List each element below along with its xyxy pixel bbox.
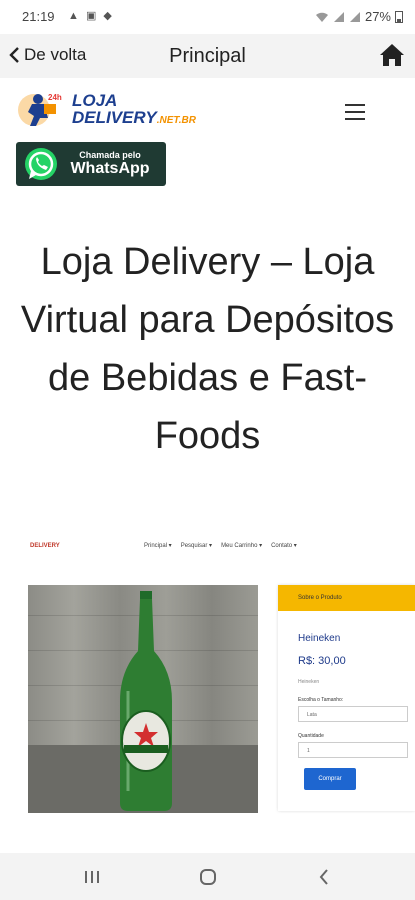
back-button[interactable]: De volta [8, 45, 86, 65]
product-photo [28, 585, 258, 813]
product-price: R$: 30,00 [298, 655, 346, 667]
logo-line2: DELIVERY [72, 108, 157, 127]
signal-icon [333, 11, 344, 22]
signal-icon [349, 11, 360, 22]
whatsapp-text: Chamada pelo WhatsApp [60, 150, 160, 178]
qty-label: Quantidade [298, 733, 324, 739]
menu-button[interactable] [345, 104, 365, 120]
site-logo[interactable]: 24h LOJA DELIVERY.NET.BR [14, 90, 196, 130]
logo-text: LOJA DELIVERY.NET.BR [72, 92, 196, 129]
battery-icon [395, 11, 403, 23]
product-subtitle: Heineken [298, 679, 320, 685]
status-right: 27% [315, 9, 403, 24]
delivery-man-icon: 24h [18, 93, 62, 126]
back-nav-button[interactable] [304, 863, 344, 891]
size-select: Lata [298, 706, 408, 722]
preview-menu: Principal ▾ Pesquisar ▾ Meu Carrinho ▾ C… [144, 542, 297, 549]
buy-button: Comprar [304, 768, 356, 790]
product-name: Heineken [298, 633, 341, 644]
home-circle-icon [200, 869, 216, 885]
card-header: Sobre o Produto [278, 585, 415, 611]
menu-icon [345, 104, 365, 106]
system-nav-bar [0, 853, 415, 900]
image-icon: ▣ [85, 10, 99, 22]
store-preview-image: DELIVERY Principal ▾ Pesquisar ▾ Meu Car… [14, 533, 415, 823]
logo-badge: 24h [48, 93, 62, 102]
whatsapp-icon [25, 148, 57, 180]
preview-menu-item: Pesquisar ▾ [180, 543, 213, 549]
notification-icon: ▲ [68, 10, 81, 22]
home-nav-button[interactable] [188, 863, 228, 891]
status-bar: 21:19 ▲ ▣ ◆ 27% [0, 0, 415, 34]
back-label: De volta [24, 45, 87, 64]
notification-icons: ▲ ▣ ◆ [68, 9, 114, 22]
size-label: Escolha o Tamanho: [298, 697, 344, 703]
app-top-bar: De volta Principal [0, 34, 415, 79]
logo-tld: .NET.BR [156, 115, 196, 126]
preview-menu-item: Contato ▾ [271, 543, 297, 549]
product-card: Sobre o Produto Heineken R$: 30,00 Heine… [278, 585, 415, 811]
wifi-icon [315, 12, 328, 22]
back-arrow-icon [319, 869, 328, 885]
recent-apps-button[interactable] [72, 863, 112, 891]
status-time: 21:19 [22, 9, 55, 24]
page-headline: Loja Delivery – Loja Virtual para Depósi… [20, 241, 395, 457]
whatsapp-big-label: WhatsApp [70, 160, 150, 177]
preview-menu-item: Principal ▾ [144, 543, 172, 549]
preview-logo: DELIVERY [30, 543, 60, 549]
app-icon: ◆ [103, 10, 114, 22]
home-icon [380, 44, 404, 66]
whatsapp-button[interactable]: Chamada pelo WhatsApp [16, 142, 166, 186]
preview-nav: DELIVERY Principal ▾ Pesquisar ▾ Meu Car… [14, 533, 415, 563]
chevron-left-icon [9, 47, 19, 63]
whatsapp-small-label: Chamada pelo [79, 150, 141, 160]
web-content: 24h LOJA DELIVERY.NET.BR Chamada pelo Wh… [0, 78, 415, 823]
battery-percent: 27% [364, 9, 391, 24]
recent-apps-icon [85, 871, 99, 883]
beer-bottle-icon [120, 591, 172, 811]
home-button[interactable] [379, 43, 405, 72]
preview-menu-item: Meu Carrinho ▾ [221, 543, 263, 549]
qty-field: 1 [298, 742, 408, 758]
